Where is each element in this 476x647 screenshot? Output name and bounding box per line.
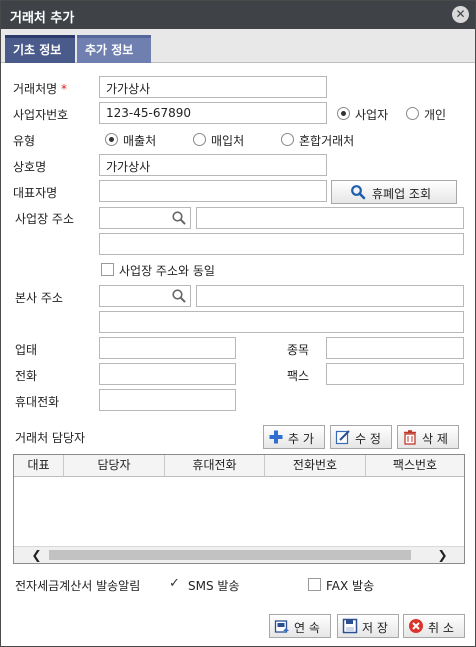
sms-checkbox[interactable]: ✓ [169, 577, 183, 591]
table-header: 대표 담당자 휴대전화 전화번호 팩스번호 [14, 455, 464, 477]
radio-mixed[interactable] [281, 133, 294, 146]
radio-sales[interactable] [105, 133, 118, 146]
horizontal-scrollbar[interactable]: ❮ ❯ [14, 546, 464, 563]
contacts-section-label: 거래처 담당자 [15, 431, 86, 445]
scrollbar-thumb[interactable] [49, 550, 411, 560]
radio-mixed-label: 혼합거래처 [299, 134, 355, 148]
name-label: 거래처명 * [13, 82, 67, 96]
scroll-left-icon[interactable]: ❮ [28, 547, 45, 563]
radio-purchase[interactable] [193, 133, 206, 146]
column-header[interactable]: 휴대전화 [165, 455, 265, 477]
edit-contact-label: 수 정 [355, 432, 381, 446]
item-label: 종목 [287, 343, 310, 357]
column-header[interactable]: 팩스번호 [366, 455, 464, 477]
title-bar: 거래처 추가 ✕ [1, 1, 475, 29]
search-icon[interactable] [171, 210, 187, 226]
name-input[interactable]: 가가상사 [99, 76, 327, 98]
fax-send-label: FAX 발송 [326, 579, 375, 593]
radio-individual-label: 개인 [424, 108, 447, 122]
hq-addr-label: 본사 주소 [15, 291, 63, 305]
column-header[interactable]: 전화번호 [265, 455, 366, 477]
fax-checkbox[interactable] [308, 578, 321, 591]
type-label: 유형 [13, 134, 36, 148]
business-input[interactable] [99, 337, 236, 359]
scroll-right-icon[interactable]: ❯ [434, 547, 451, 563]
fax-input[interactable] [326, 363, 464, 385]
edit-icon [335, 430, 350, 445]
company-input[interactable]: 가가상사 [99, 154, 327, 176]
bizno-label: 사업자번호 [13, 108, 69, 122]
add-contact-button[interactable]: 추 가 [263, 425, 325, 449]
same-addr-checkbox[interactable] [101, 263, 114, 276]
delete-contact-button[interactable]: 삭 제 [397, 425, 459, 449]
column-header[interactable]: 대표 [14, 455, 64, 477]
continue-button[interactable]: 연 속 [269, 614, 331, 638]
required-mark: * [61, 82, 67, 96]
radio-individual[interactable] [406, 107, 419, 120]
cancel-button[interactable]: 취 소 [403, 614, 465, 638]
radio-business-label: 사업자 [355, 108, 389, 122]
biz-addr-detail-input[interactable] [99, 233, 464, 255]
trash-icon [404, 430, 416, 445]
biz-addr-input[interactable] [196, 207, 464, 229]
hq-addr-detail-input[interactable] [99, 311, 464, 333]
save-label: 저 장 [362, 621, 388, 635]
company-label: 상호명 [13, 160, 47, 174]
sms-label: SMS 발송 [188, 579, 240, 593]
plus-icon [269, 430, 283, 444]
cancel-label: 취 소 [428, 621, 454, 635]
item-input[interactable] [326, 337, 464, 359]
phone-label: 전화 [15, 369, 38, 383]
tab-bar: 기초 정보 추가 정보 [1, 29, 475, 63]
search-icon[interactable] [171, 288, 187, 304]
same-addr-label: 사업장 주소와 동일 [119, 264, 215, 278]
radio-sales-label: 매출처 [123, 134, 157, 148]
notify-label: 전자세금계산서 발송알림 [15, 579, 141, 593]
add-contact-label: 추 가 [288, 432, 314, 446]
dialog-window: 거래처 추가 ✕ 기초 정보 추가 정보 거래처명 * 가가상사 사업자번호 1… [0, 0, 476, 647]
delete-contact-label: 삭 제 [422, 432, 448, 446]
continue-icon [274, 620, 289, 633]
fax-label: 팩스 [287, 369, 310, 383]
ceo-label: 대표자명 [13, 186, 58, 200]
contacts-table: 대표 담당자 휴대전화 전화번호 팩스번호 ❮ ❯ [13, 454, 465, 564]
mobile-input[interactable] [99, 389, 236, 411]
business-label: 업태 [15, 343, 38, 357]
hq-addr-input[interactable] [196, 285, 464, 307]
window-title: 거래처 추가 [10, 11, 75, 26]
biz-addr-label: 사업장 주소 [15, 212, 75, 226]
cancel-icon [409, 619, 423, 633]
column-header[interactable]: 담당자 [64, 455, 165, 477]
close-icon[interactable]: ✕ [452, 6, 469, 23]
bizno-input[interactable]: 123-45-67890 [99, 102, 327, 124]
closure-check-button[interactable]: 휴폐업 조회 [331, 180, 457, 204]
edit-contact-button[interactable]: 수 정 [330, 425, 392, 449]
radio-purchase-label: 매입처 [211, 134, 245, 148]
continue-label: 연 속 [294, 621, 320, 635]
floppy-icon [342, 618, 358, 634]
tab-basic-info[interactable]: 기초 정보 [5, 35, 75, 63]
mobile-label: 휴대전화 [15, 395, 60, 409]
search-icon [351, 185, 366, 200]
closure-check-label: 휴폐업 조회 [372, 187, 432, 201]
tab-additional-info[interactable]: 추가 정보 [77, 35, 151, 63]
save-button[interactable]: 저 장 [337, 614, 399, 638]
radio-business[interactable] [337, 107, 350, 120]
phone-input[interactable] [99, 363, 236, 385]
ceo-input[interactable] [99, 180, 327, 202]
